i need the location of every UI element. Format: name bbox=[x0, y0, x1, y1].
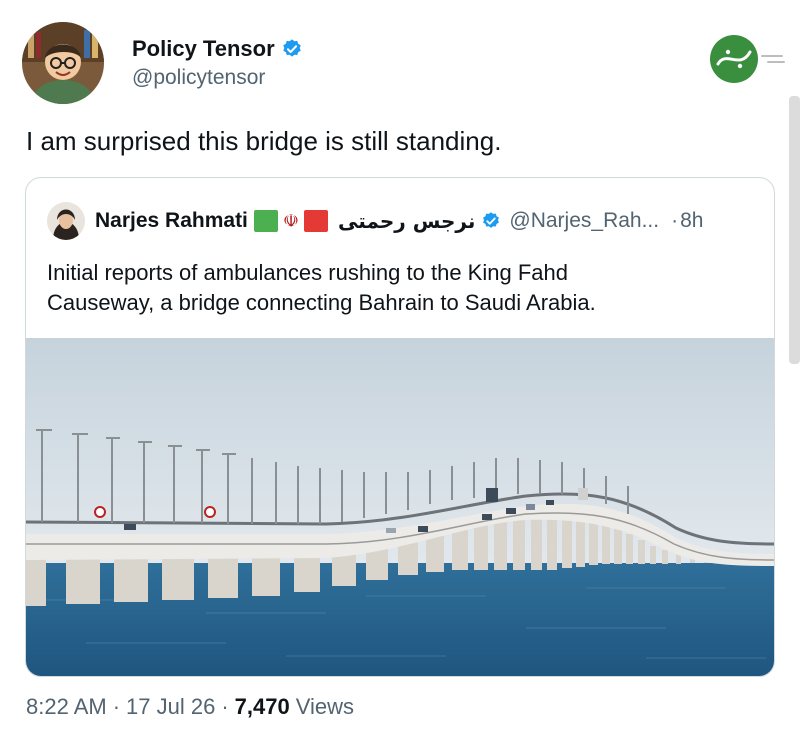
author-display-name[interactable]: Policy Tensor bbox=[132, 36, 275, 62]
emblem-icon: ☫ bbox=[282, 210, 300, 231]
post-time[interactable]: 8:22 AM bbox=[26, 694, 107, 720]
green-square-icon bbox=[253, 210, 278, 232]
quoted-author-avatar[interactable] bbox=[47, 202, 85, 240]
watermark-logo bbox=[710, 35, 785, 83]
quoted-tweet-text: Initial reports of ambulances rushing to… bbox=[47, 258, 747, 318]
flag-emoji-group: ☫ bbox=[253, 210, 329, 232]
post-date[interactable]: 17 Jul 26 bbox=[126, 694, 215, 720]
scrollbar[interactable] bbox=[789, 96, 800, 364]
quoted-text-line: Causeway, a bridge connecting Bahrain to… bbox=[47, 290, 596, 315]
time-separator: · bbox=[671, 209, 679, 232]
quoted-timestamp[interactable]: 8h bbox=[680, 209, 703, 233]
author-avatar[interactable] bbox=[22, 22, 104, 104]
red-square-icon bbox=[304, 210, 329, 232]
meta-separator: · bbox=[112, 694, 121, 719]
tweet-meta: 8:22 AM · 17 Jul 26 · 7,470 Views bbox=[26, 694, 354, 720]
author-handle[interactable]: @policytensor bbox=[132, 66, 265, 90]
quoted-tweet-card[interactable]: Narjes Rahmati ☫ نرجس رحمتی @Narjes_Rah.… bbox=[25, 177, 775, 677]
tweet-header: Policy Tensor @policytensor bbox=[22, 22, 662, 110]
views-label: Views bbox=[295, 694, 355, 719]
bridge-photo[interactable] bbox=[26, 338, 774, 676]
quoted-verified-badge-icon bbox=[481, 211, 501, 231]
quoted-display-name[interactable]: Narjes Rahmati bbox=[95, 209, 248, 233]
meta-separator: · bbox=[221, 694, 229, 719]
views-count: 7,470 bbox=[234, 694, 290, 719]
quoted-handle[interactable]: @Narjes_Rah... bbox=[509, 209, 659, 233]
quoted-arabic-name: نرجس رحمتی bbox=[338, 209, 476, 233]
tweet-text: I am surprised this bridge is still stan… bbox=[26, 126, 502, 156]
verified-badge-icon bbox=[282, 39, 301, 57]
quoted-tweet-header: Narjes Rahmati ☫ نرجس رحمتی @Narjes_Rah.… bbox=[47, 202, 767, 240]
quoted-text-line: Initial reports of ambulances rushing to… bbox=[47, 260, 568, 285]
